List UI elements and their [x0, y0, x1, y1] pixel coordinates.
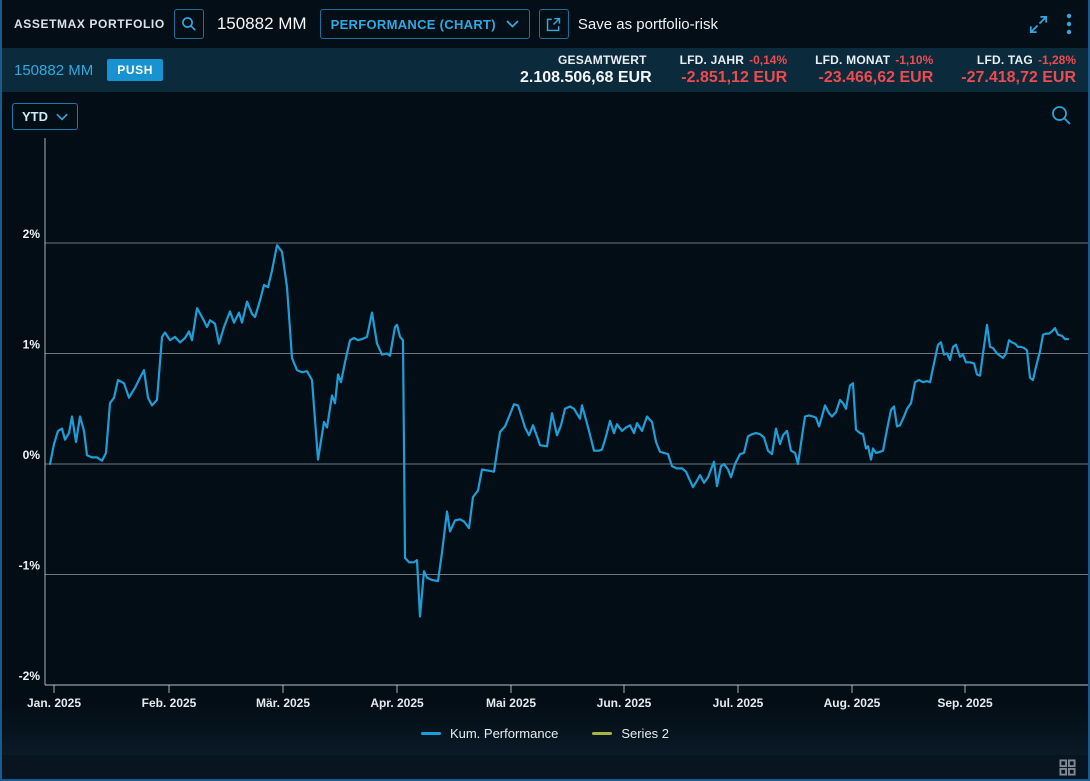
stat-label: LFD. JAHR [680, 53, 744, 68]
range-selector-value: YTD [22, 109, 48, 124]
stat-percent: -0,14% [749, 53, 787, 68]
zoom-icon [1050, 104, 1072, 126]
portfolio-search-input[interactable]: 150882 MM [217, 14, 307, 34]
header-actions [1027, 12, 1076, 36]
app-title: ASSETMAX PORTFOLIO [14, 17, 165, 31]
legend-label: Series 2 [621, 726, 669, 741]
stats-bar: 150882 MM PUSH GESAMTWERT 2.108.506,68 E… [2, 48, 1088, 92]
stat-lfd-jahr: LFD. JAHR -0,14% -2.851,12 EUR [680, 53, 788, 88]
view-selector-value: PERFORMANCE (CHART) [331, 17, 496, 32]
top-header: ASSETMAX PORTFOLIO 150882 MM PERFORMANCE… [2, 0, 1088, 48]
x-axis-label: Sep. 2025 [937, 696, 993, 710]
performance-chart[interactable]: 2% 1% 0% -1% -2% Jan. 2025 Feb. 2025 Mär. 2025 A… [2, 92, 1088, 755]
stat-value: 2.108.506,68 EUR [520, 68, 652, 88]
kebab-menu-icon[interactable] [1066, 12, 1072, 36]
stat-label: GESAMTWERT [558, 53, 647, 68]
assetmax-window: ASSETMAX PORTFOLIO 150882 MM PERFORMANCE… [0, 0, 1090, 781]
x-axis-label: Jan. 2025 [27, 696, 81, 710]
stat-gesamtwert: GESAMTWERT 2.108.506,68 EUR [520, 53, 652, 88]
open-external-button[interactable] [539, 9, 569, 39]
stat-value: -23.466,62 EUR [819, 68, 934, 88]
y-axis-label: 1% [23, 338, 41, 352]
stat-lfd-monat: LFD. MONAT -1,10% -23.466,62 EUR [815, 53, 933, 88]
stat-percent: -1,10% [895, 53, 933, 68]
x-axis-label: Jun. 2025 [597, 696, 652, 710]
chevron-down-icon [506, 20, 519, 28]
stat-value: -27.418,72 EUR [961, 68, 1076, 88]
x-axis-label: Mai 2025 [486, 696, 536, 710]
y-axis-label: 0% [23, 448, 41, 462]
y-axis-label: -1% [19, 559, 41, 573]
grid-icon[interactable] [1059, 759, 1076, 776]
stat-label: LFD. MONAT [815, 53, 890, 68]
y-axis-label: 2% [23, 227, 41, 241]
portfolio-name[interactable]: 150882 MM [14, 62, 93, 79]
y-axis-label: -2% [19, 669, 41, 683]
legend-item-series2[interactable]: Series 2 [592, 726, 669, 741]
stats-group: GESAMTWERT 2.108.506,68 EUR LFD. JAHR -0… [520, 53, 1076, 88]
legend-label: Kum. Performance [450, 726, 558, 741]
stat-lfd-tag: LFD. TAG -1,28% -27.418,72 EUR [961, 53, 1076, 88]
search-icon [181, 16, 197, 32]
bottom-bar [2, 755, 1088, 779]
series-line-0 [50, 245, 1068, 616]
legend-item-kum-performance[interactable]: Kum. Performance [421, 726, 558, 741]
x-axis-label: Feb. 2025 [142, 696, 197, 710]
x-axis-label: Apr. 2025 [370, 696, 424, 710]
legend-swatch-olive [592, 732, 612, 735]
chart-area: YTD 2% 1% 0% -1% -2% Jan. 2025 Feb. 2025 Mär. 2… [2, 92, 1088, 755]
search-button[interactable] [174, 9, 204, 39]
expand-icon[interactable] [1027, 13, 1050, 36]
range-selector-dropdown[interactable]: YTD [12, 103, 78, 130]
chart-zoom-button[interactable] [1050, 104, 1072, 131]
x-axis-label: Mär. 2025 [256, 696, 310, 710]
chevron-down-icon [56, 113, 68, 121]
chart-legend: Kum. Performance Series 2 [2, 726, 1088, 741]
stat-value: -2.851,12 EUR [681, 68, 787, 88]
x-axis-label: Aug. 2025 [824, 696, 881, 710]
push-badge[interactable]: PUSH [107, 59, 163, 81]
view-selector-dropdown[interactable]: PERFORMANCE (CHART) [320, 9, 530, 39]
stat-label: LFD. TAG [977, 53, 1033, 68]
x-axis-label: Jul. 2025 [713, 696, 764, 710]
save-as-portfolio-risk-link[interactable]: Save as portfolio-risk [578, 16, 718, 33]
external-link-icon [545, 16, 562, 33]
stat-percent: -1,28% [1038, 53, 1076, 68]
legend-swatch-blue [421, 732, 441, 735]
